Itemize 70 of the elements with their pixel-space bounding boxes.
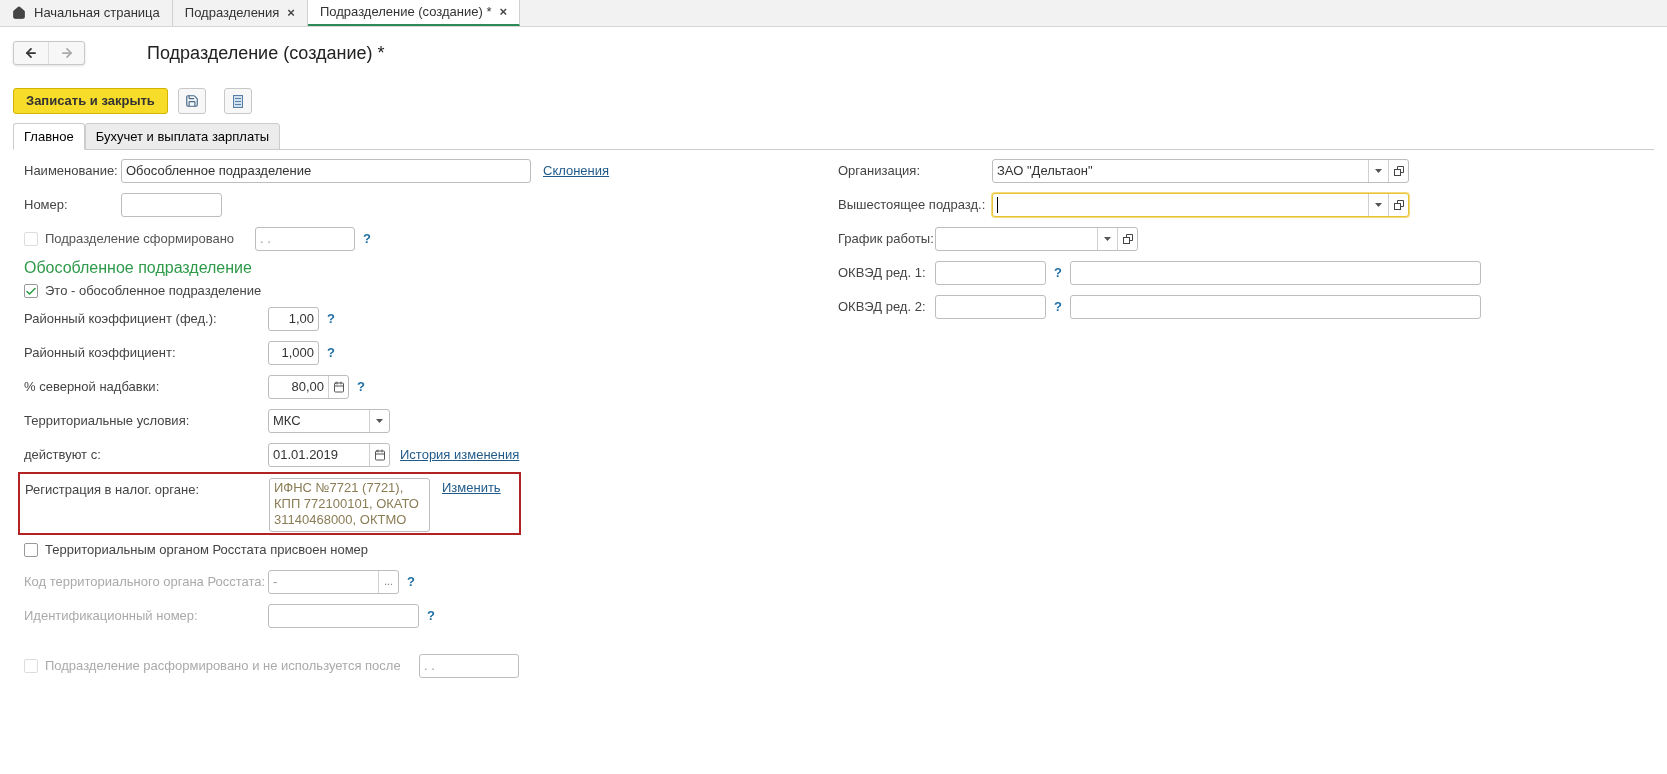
help-link[interactable]: ? — [327, 309, 335, 329]
app-tab[interactable]: Начальная страница — [0, 0, 173, 26]
field-label: Организация: — [838, 162, 922, 181]
okved-name-field[interactable] — [1069, 295, 1481, 319]
parent-department-field[interactable] — [992, 193, 1409, 217]
help-link[interactable]: ? — [327, 343, 335, 363]
close-button[interactable]: × — [499, 2, 508, 22]
name-field[interactable]: Обособленное подразделение — [121, 159, 531, 183]
text-cursor — [997, 197, 998, 213]
close-button[interactable]: × — [287, 3, 295, 23]
help-link[interactable]: ? — [1054, 297, 1062, 317]
field-label: Идентификационный номер: — [24, 607, 199, 626]
field-label: % северной надбавки: — [24, 378, 161, 397]
number-field[interactable] — [121, 193, 222, 217]
checkbox[interactable] — [24, 284, 38, 298]
field-label: ОКВЭД ред. 1: — [838, 264, 927, 283]
form-tab[interactable]: Бухучет и выплата зарплаты — [84, 123, 281, 150]
field-label: Районный коэффициент (фед.): — [24, 310, 218, 329]
okved-code-field[interactable] — [935, 295, 1046, 319]
dropdown-field[interactable]: МКС — [268, 409, 390, 433]
app-tab[interactable]: Подразделения × — [172, 0, 308, 26]
dropdown-caret-icon — [1375, 203, 1382, 207]
right-arrow-icon — [59, 46, 74, 60]
calendar-icon — [373, 449, 386, 461]
field-label: Районный коэффициент: — [24, 344, 177, 363]
document-list-button[interactable] — [223, 88, 252, 114]
tax-registration-field: ИФНС №7721 (7721), КПП 772100101, ОКАТО 31140468000, ОКТМО — [269, 478, 430, 532]
history-link[interactable]: История изменения — [400, 447, 520, 463]
save-and-close-button[interactable]: Записать и закрыть — [13, 88, 168, 114]
checkbox-label: Подразделение расформировано и не используется после — [45, 657, 402, 676]
open-window-icon — [1122, 234, 1133, 244]
open-window-icon — [1393, 166, 1404, 176]
field-label: действуют с: — [24, 446, 102, 465]
organization-field[interactable]: ЗАО "Дельтаон" — [992, 159, 1409, 183]
okved-code-field[interactable] — [935, 261, 1046, 285]
calendar-icon — [332, 381, 345, 393]
open-window-icon — [1393, 200, 1404, 210]
field-label: График работы: — [838, 230, 935, 249]
field-label: Территориальные условия: — [24, 412, 191, 431]
checkbox-label: Подразделение сформировано — [45, 230, 236, 249]
checkbox-label: Территориальным органом Росстата присвоен номер — [45, 541, 369, 560]
field-label: Регистрация в налог. органе: — [25, 481, 201, 499]
form-title: Подразделение (создание) * — [147, 41, 385, 65]
checkbox[interactable] — [24, 543, 38, 557]
help-link[interactable]: ? — [357, 377, 365, 397]
checkbox-label: Это - обособленное подразделение — [45, 282, 262, 301]
declensions-link[interactable]: Склонения — [543, 163, 610, 179]
dropdown-caret-icon — [376, 419, 383, 423]
dropdown-caret-icon — [1104, 237, 1111, 241]
home-icon — [12, 6, 26, 20]
number-field[interactable]: 80,00 — [268, 375, 349, 399]
number-field[interactable] — [268, 604, 419, 628]
change-link[interactable]: Изменить — [442, 480, 501, 495]
list-icon — [232, 94, 243, 108]
field-label: ОКВЭД ред. 2: — [838, 298, 927, 317]
help-link[interactable]: ? — [1054, 263, 1062, 283]
date-field[interactable]: 01.01.2019 — [268, 443, 390, 467]
save-button[interactable] — [177, 88, 206, 114]
field-label: Номер: — [24, 196, 69, 215]
number-field[interactable]: 1,000 — [268, 341, 319, 365]
dropdown-caret-icon — [1375, 169, 1382, 173]
section-heading: Обособленное подразделение — [24, 258, 253, 278]
field-label: Вышестоящее подразд.: — [838, 196, 987, 215]
field-label: Код территориального органа Росстата: — [24, 573, 267, 592]
field-label: Наименование: — [24, 162, 119, 181]
schedule-field[interactable] — [935, 227, 1138, 251]
number-field[interactable]: 1,00 — [268, 307, 319, 331]
form-tab[interactable]: Главное — [13, 123, 85, 150]
okved-name-field[interactable] — [1069, 261, 1481, 285]
app-tab[interactable]: Подразделение (создание) * × — [307, 0, 521, 26]
